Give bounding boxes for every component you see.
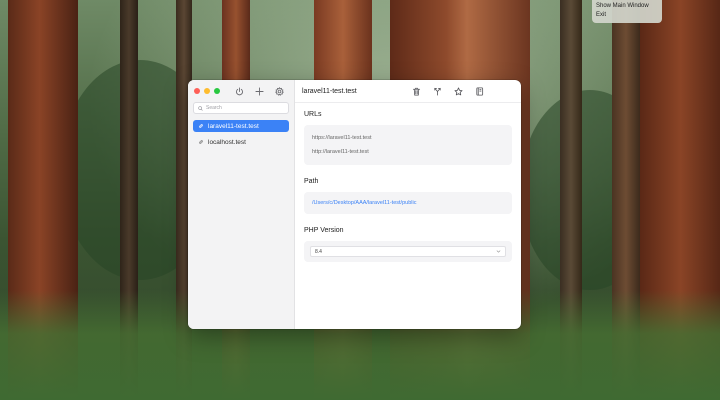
php-version-panel: 8.4 bbox=[304, 241, 512, 262]
chevron-down-icon bbox=[496, 250, 501, 253]
urls-section-title: URLs bbox=[304, 111, 322, 118]
window-controls bbox=[194, 88, 220, 94]
tray-menu-show-main-window[interactable]: Show Main Window bbox=[596, 2, 658, 11]
link-icon bbox=[199, 140, 203, 144]
site-details: URLs https://laravel11-test.test http://… bbox=[295, 103, 521, 270]
php-version-section-title: PHP Version bbox=[304, 227, 344, 234]
php-version-value: 8.4 bbox=[315, 248, 322, 255]
main-panel: laravel11-test.test URLs https://laravel… bbox=[295, 80, 521, 329]
search-field bbox=[193, 102, 289, 114]
urls-panel: https://laravel11-test.test http://larav… bbox=[304, 125, 512, 165]
search-icon bbox=[198, 105, 203, 111]
power-icon[interactable] bbox=[234, 86, 244, 96]
gear-icon[interactable] bbox=[274, 86, 284, 96]
trash-icon[interactable] bbox=[411, 86, 421, 96]
close-window-button[interactable] bbox=[194, 88, 200, 94]
search-input[interactable] bbox=[206, 105, 284, 111]
tray-menu: Show Main Window Exit bbox=[592, 0, 662, 23]
url-https-link[interactable]: https://laravel11-test.test bbox=[312, 131, 504, 145]
php-version-select[interactable]: 8.4 bbox=[310, 246, 506, 257]
plus-icon[interactable] bbox=[254, 86, 264, 96]
main-toolbar: laravel11-test.test bbox=[295, 80, 521, 103]
sidebar: laravel11-test.test localhost.test bbox=[188, 80, 295, 329]
site-item-laravel11-test[interactable]: laravel11-test.test bbox=[193, 120, 289, 132]
link-icon bbox=[199, 124, 203, 128]
path-panel: /Users/c/Desktop/AAA/laravel11-test/publ… bbox=[304, 192, 512, 214]
split-icon[interactable] bbox=[432, 86, 442, 96]
page-title: laravel11-test.test bbox=[302, 87, 357, 95]
sidebar-toolbar bbox=[188, 80, 294, 102]
minimize-window-button[interactable] bbox=[204, 88, 210, 94]
url-http-link[interactable]: http://laravel11-test.test bbox=[312, 145, 504, 159]
book-icon[interactable] bbox=[474, 86, 484, 96]
tray-menu-exit[interactable]: Exit bbox=[596, 11, 658, 20]
site-item-label: laravel11-test.test bbox=[208, 122, 259, 130]
path-section-title: Path bbox=[304, 178, 319, 185]
app-window: laravel11-test.test localhost.test larav… bbox=[188, 80, 521, 329]
site-item-localhost[interactable]: localhost.test bbox=[193, 136, 289, 148]
zoom-window-button[interactable] bbox=[214, 88, 220, 94]
site-path-link[interactable]: /Users/c/Desktop/AAA/laravel11-test/publ… bbox=[312, 198, 504, 208]
site-item-label: localhost.test bbox=[208, 138, 246, 146]
star-icon[interactable] bbox=[453, 86, 463, 96]
site-list: laravel11-test.test localhost.test bbox=[188, 120, 294, 148]
